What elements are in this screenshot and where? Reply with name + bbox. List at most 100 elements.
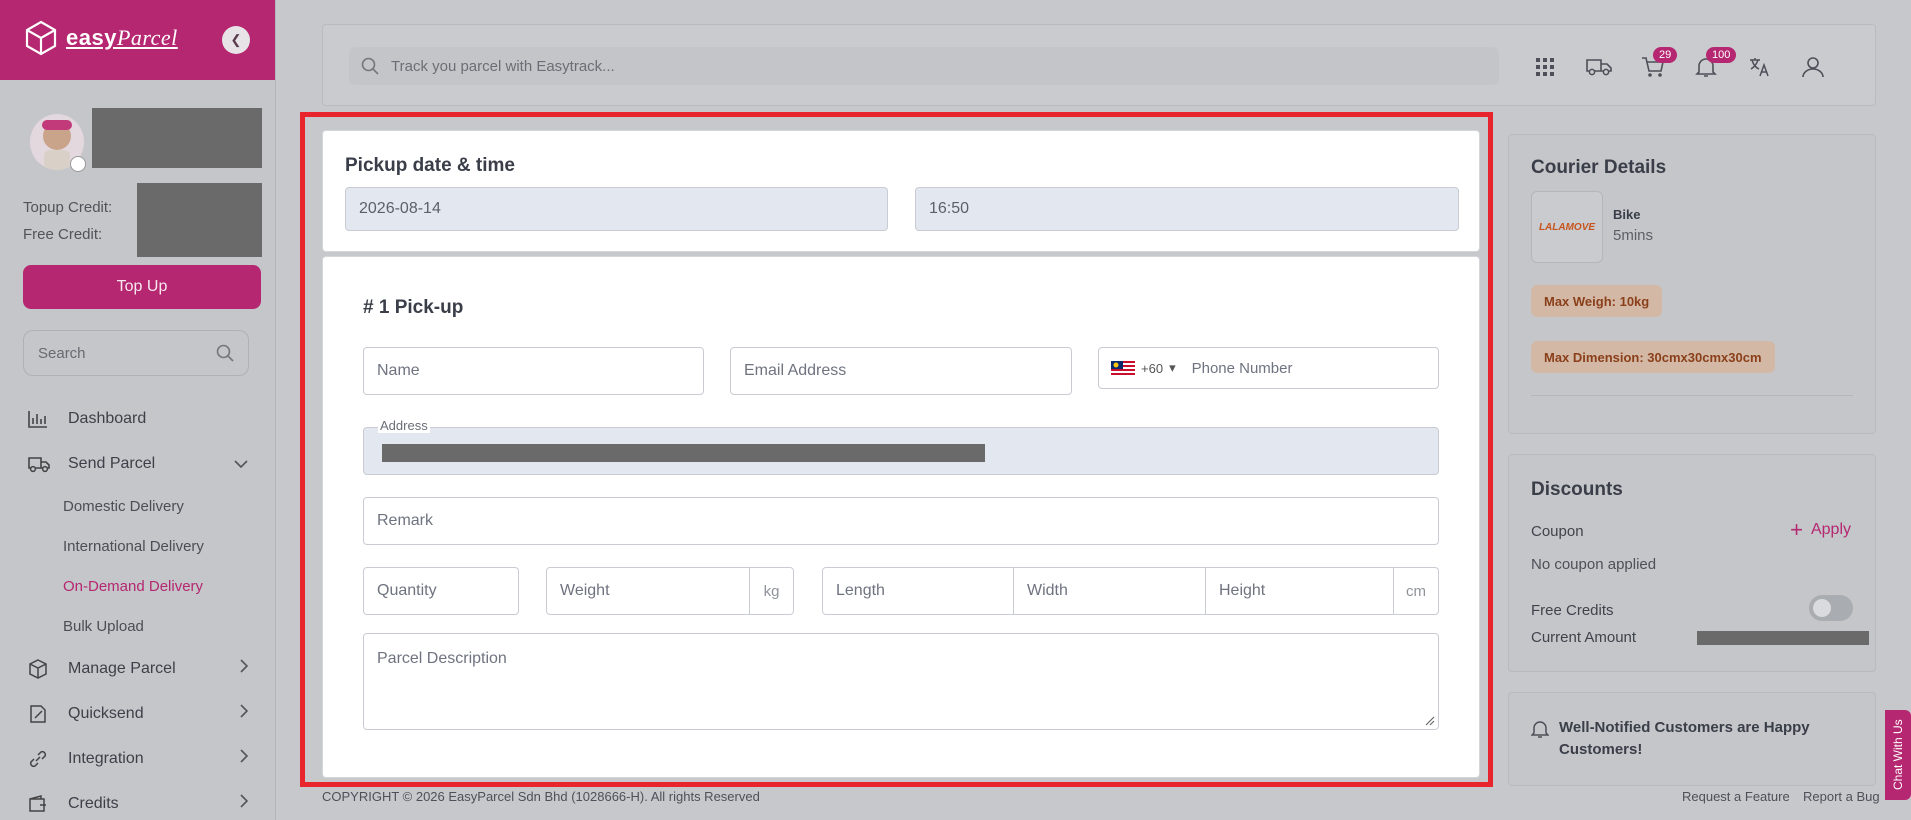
discounts-title: Discounts bbox=[1531, 479, 1623, 500]
link-icon bbox=[28, 749, 50, 769]
courier-eta: 5mins bbox=[1613, 227, 1654, 244]
height-placeholder: Height bbox=[1219, 582, 1266, 599]
bell-icon bbox=[1531, 721, 1549, 738]
redacted-address-value bbox=[382, 444, 985, 462]
top-bar: Track you parcel with Easytrack... 29 10… bbox=[322, 24, 1876, 106]
user-profile-icon[interactable] bbox=[1799, 53, 1827, 81]
sub-item-domestic-delivery[interactable]: Domestic Delivery bbox=[0, 486, 276, 526]
sub-item-on-demand-delivery[interactable]: On-Demand Delivery bbox=[0, 566, 276, 606]
parcel-description-field[interactable]: Parcel Description bbox=[363, 633, 1439, 730]
sidebar-item-send-parcel[interactable]: Send Parcel bbox=[0, 441, 276, 486]
remark-field[interactable]: Remark bbox=[363, 497, 1439, 545]
sub-item-bulk-upload[interactable]: Bulk Upload bbox=[0, 606, 276, 646]
sidebar-item-manage-parcel[interactable]: Manage Parcel bbox=[0, 646, 276, 691]
search-icon bbox=[216, 344, 234, 362]
report-bug-link[interactable]: Report a Bug bbox=[1803, 789, 1880, 804]
pickup-time-input[interactable]: 16:50 bbox=[915, 187, 1459, 231]
discounts-card: Discounts Coupon + Apply No coupon applie… bbox=[1508, 454, 1876, 672]
sidebar-item-label: Quicksend bbox=[68, 704, 144, 722]
sidebar-item-label: Integration bbox=[68, 749, 144, 767]
dimension-unit: cm bbox=[1393, 568, 1438, 614]
topup-credit-label: Topup Credit: bbox=[23, 199, 113, 216]
name-field[interactable]: Name bbox=[363, 347, 704, 395]
free-credit-label: Free Credit: bbox=[23, 226, 103, 243]
coupon-label: Coupon bbox=[1531, 523, 1584, 540]
sidebar-item-label: Send Parcel bbox=[68, 454, 156, 472]
notification-button[interactable]: 100 bbox=[1692, 47, 1737, 81]
pickup-form-card: # 1 Pick-up Name Email Address +60 ▾ Phon… bbox=[322, 256, 1480, 778]
search-icon bbox=[361, 57, 379, 75]
logo-text: easyParcel bbox=[66, 25, 178, 50]
dimensions-field-group: Length Width Height cm bbox=[822, 567, 1439, 615]
truck-icon bbox=[28, 455, 50, 473]
sidebar-item-dashboard[interactable]: Dashboard bbox=[0, 396, 276, 441]
chevron-down-icon bbox=[234, 455, 248, 473]
top-up-button[interactable]: Top Up bbox=[23, 265, 261, 309]
length-placeholder: Length bbox=[836, 582, 885, 599]
sidebar-item-label: Dashboard bbox=[68, 409, 147, 427]
apply-label: Apply bbox=[1810, 521, 1851, 538]
sidebar-item-credits[interactable]: Credits bbox=[0, 781, 276, 820]
plus-icon: + bbox=[1790, 517, 1803, 542]
chevron-right-icon bbox=[240, 749, 249, 768]
caret-down-icon: ▾ bbox=[1169, 360, 1176, 375]
chevron-left-icon: ❮ bbox=[230, 32, 242, 47]
request-feature-link[interactable]: Request a Feature bbox=[1682, 789, 1790, 804]
quantity-field[interactable]: Quantity bbox=[363, 567, 519, 615]
toggle-knob bbox=[1813, 599, 1831, 617]
apps-grid-icon[interactable] bbox=[1531, 53, 1559, 81]
sidebar-search-input[interactable]: Search bbox=[23, 330, 249, 376]
logo[interactable]: easyParcel bbox=[24, 20, 178, 56]
sidebar-search-placeholder: Search bbox=[38, 344, 86, 362]
sidebar-item-label: Manage Parcel bbox=[68, 659, 176, 677]
brand-header: easyParcel ❮ bbox=[0, 0, 275, 80]
easytrack-placeholder: Track you parcel with Easytrack... bbox=[391, 57, 615, 75]
address-field[interactable]: Address bbox=[363, 419, 1439, 475]
notify-text: Well-Notified Customers are Happy Custom… bbox=[1559, 719, 1810, 758]
weight-field[interactable]: Weight kg bbox=[546, 567, 794, 615]
quicksend-icon bbox=[28, 704, 50, 724]
box-logo-icon bbox=[25, 20, 57, 56]
sidebar-nav: Dashboard Send Parcel Domestic Delivery … bbox=[0, 396, 276, 820]
sub-item-international-delivery[interactable]: International Delivery bbox=[0, 526, 276, 566]
copyright-text: COPYRIGHT © 2026 EasyParcel Sdn Bhd (102… bbox=[322, 789, 760, 804]
redacted-credit-values bbox=[137, 183, 262, 257]
free-credits-label: Free Credits bbox=[1531, 602, 1614, 619]
email-field[interactable]: Email Address bbox=[730, 347, 1072, 395]
coupon-status: No coupon applied bbox=[1531, 556, 1657, 573]
courier-logo: LALAMOVE bbox=[1531, 191, 1603, 263]
max-dimension-badge: Max Dimension: 30cmx30cmx30cm bbox=[1531, 341, 1775, 373]
height-field[interactable]: Height bbox=[1205, 568, 1395, 614]
current-amount-label: Current Amount bbox=[1531, 629, 1637, 646]
resize-handle-icon[interactable] bbox=[1423, 714, 1435, 726]
cart-button[interactable]: 29 bbox=[1639, 47, 1678, 81]
sidebar-item-quicksend[interactable]: Quicksend bbox=[0, 691, 276, 736]
phone-field[interactable]: +60 ▾ Phone Number bbox=[1098, 347, 1439, 389]
delivery-truck-icon[interactable] bbox=[1585, 53, 1613, 81]
chat-with-us-tab[interactable]: Chat With Us bbox=[1885, 710, 1911, 800]
weight-placeholder: Weight bbox=[560, 582, 610, 599]
sidebar-item-label: Credits bbox=[68, 794, 119, 812]
courier-logo-text: LALAMOVE bbox=[1538, 221, 1596, 233]
free-credits-toggle[interactable] bbox=[1809, 595, 1853, 621]
notify-card: Well-Notified Customers are Happy Custom… bbox=[1508, 692, 1876, 786]
apply-coupon-button[interactable]: + Apply bbox=[1790, 517, 1851, 542]
pickup-datetime-card: Pickup date & time 2026-08-14 16:50 bbox=[322, 130, 1480, 252]
courier-details-title: Courier Details bbox=[1531, 157, 1667, 178]
length-field[interactable]: Length bbox=[823, 568, 1013, 614]
translate-icon[interactable] bbox=[1745, 53, 1773, 81]
easytrack-search-input[interactable]: Track you parcel with Easytrack... bbox=[349, 47, 1499, 85]
width-field[interactable]: Width bbox=[1013, 568, 1205, 614]
pickup-date-input[interactable]: 2026-08-14 bbox=[345, 187, 888, 231]
pickup-date-value: 2026-08-14 bbox=[359, 200, 441, 217]
pickup-time-value: 16:50 bbox=[929, 200, 970, 217]
redacted-username bbox=[92, 108, 262, 168]
width-placeholder: Width bbox=[1027, 582, 1068, 599]
quantity-placeholder: Quantity bbox=[377, 582, 437, 599]
sidebar: easyParcel ❮ Topup Credit: Free Credit: … bbox=[0, 0, 276, 820]
collapse-sidebar-button[interactable]: ❮ bbox=[222, 26, 250, 54]
phone-country-selector[interactable]: +60 ▾ bbox=[1111, 360, 1176, 376]
chart-bars-icon bbox=[28, 410, 50, 428]
sidebar-item-integration[interactable]: Integration bbox=[0, 736, 276, 781]
malaysia-flag-icon bbox=[1111, 361, 1135, 375]
